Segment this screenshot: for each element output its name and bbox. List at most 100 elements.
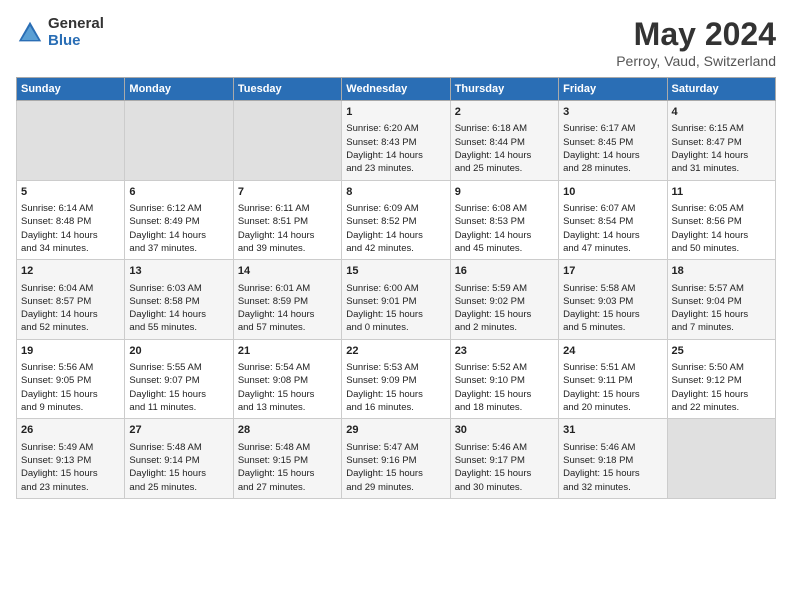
day-number: 18 (672, 264, 771, 279)
day-info-line: Daylight: 15 hours (346, 467, 445, 480)
day-info-line: Sunset: 8:45 PM (563, 136, 662, 149)
day-info-line: Sunset: 8:59 PM (238, 295, 337, 308)
day-number: 22 (346, 344, 445, 359)
calendar-cell: 10Sunrise: 6:07 AMSunset: 8:54 PMDayligh… (559, 180, 667, 260)
calendar-cell: 1Sunrise: 6:20 AMSunset: 8:43 PMDaylight… (342, 101, 450, 181)
calendar-cell: 23Sunrise: 5:52 AMSunset: 9:10 PMDayligh… (450, 339, 558, 419)
day-number: 2 (455, 105, 554, 120)
subtitle: Perroy, Vaud, Switzerland (616, 53, 776, 69)
day-info-line: Sunrise: 5:48 AM (129, 441, 228, 454)
day-info-line: Daylight: 15 hours (238, 467, 337, 480)
calendar-cell: 27Sunrise: 5:48 AMSunset: 9:14 PMDayligh… (125, 419, 233, 499)
day-info-line: Sunset: 9:05 PM (21, 374, 120, 387)
day-info-line: Sunset: 8:53 PM (455, 215, 554, 228)
day-info-line: and 25 minutes. (129, 481, 228, 494)
weekday-header-row: SundayMondayTuesdayWednesdayThursdayFrid… (17, 78, 776, 101)
calendar-week-row: 19Sunrise: 5:56 AMSunset: 9:05 PMDayligh… (17, 339, 776, 419)
day-info-line: Sunset: 9:08 PM (238, 374, 337, 387)
calendar-cell: 12Sunrise: 6:04 AMSunset: 8:57 PMDayligh… (17, 260, 125, 340)
day-info-line: Daylight: 15 hours (129, 467, 228, 480)
day-number: 9 (455, 185, 554, 200)
day-number: 13 (129, 264, 228, 279)
calendar-cell: 6Sunrise: 6:12 AMSunset: 8:49 PMDaylight… (125, 180, 233, 260)
day-info-line: Daylight: 14 hours (455, 229, 554, 242)
day-number: 11 (672, 185, 771, 200)
day-info-line: Sunset: 8:51 PM (238, 215, 337, 228)
day-number: 23 (455, 344, 554, 359)
day-number: 30 (455, 423, 554, 438)
day-info-line: Daylight: 15 hours (346, 388, 445, 401)
day-number: 15 (346, 264, 445, 279)
day-info-line: Sunrise: 5:58 AM (563, 282, 662, 295)
day-info-line: and 22 minutes. (672, 401, 771, 414)
calendar-cell: 25Sunrise: 5:50 AMSunset: 9:12 PMDayligh… (667, 339, 775, 419)
day-number: 7 (238, 185, 337, 200)
day-info-line: Daylight: 14 hours (563, 149, 662, 162)
day-info-line: Sunset: 9:07 PM (129, 374, 228, 387)
day-info-line: Daylight: 15 hours (672, 388, 771, 401)
day-info-line: Sunset: 8:56 PM (672, 215, 771, 228)
day-info-line: Sunset: 8:52 PM (346, 215, 445, 228)
day-info-line: Sunrise: 5:54 AM (238, 361, 337, 374)
day-info-line: Sunrise: 6:11 AM (238, 202, 337, 215)
day-info-line: Daylight: 15 hours (455, 467, 554, 480)
calendar-week-row: 26Sunrise: 5:49 AMSunset: 9:13 PMDayligh… (17, 419, 776, 499)
day-info-line: Sunrise: 6:14 AM (21, 202, 120, 215)
day-info-line: Daylight: 15 hours (563, 467, 662, 480)
day-info-line: Sunset: 9:12 PM (672, 374, 771, 387)
calendar-cell (125, 101, 233, 181)
calendar-week-row: 1Sunrise: 6:20 AMSunset: 8:43 PMDaylight… (17, 101, 776, 181)
day-number: 6 (129, 185, 228, 200)
day-info-line: Sunrise: 5:48 AM (238, 441, 337, 454)
page-header: General Blue May 2024 Perroy, Vaud, Swit… (16, 16, 776, 69)
weekday-header-tuesday: Tuesday (233, 78, 341, 101)
day-info-line: Daylight: 14 hours (238, 229, 337, 242)
day-info-line: Sunrise: 5:51 AM (563, 361, 662, 374)
calendar-cell: 5Sunrise: 6:14 AMSunset: 8:48 PMDaylight… (17, 180, 125, 260)
day-number: 29 (346, 423, 445, 438)
day-info-line: Daylight: 14 hours (21, 229, 120, 242)
day-info-line: and 57 minutes. (238, 321, 337, 334)
day-info-line: Sunrise: 6:20 AM (346, 122, 445, 135)
day-info-line: Sunset: 9:11 PM (563, 374, 662, 387)
day-info-line: and 27 minutes. (238, 481, 337, 494)
day-info-line: Sunrise: 5:50 AM (672, 361, 771, 374)
weekday-header-monday: Monday (125, 78, 233, 101)
calendar-week-row: 5Sunrise: 6:14 AMSunset: 8:48 PMDaylight… (17, 180, 776, 260)
day-number: 1 (346, 105, 445, 120)
calendar-cell: 16Sunrise: 5:59 AMSunset: 9:02 PMDayligh… (450, 260, 558, 340)
day-number: 21 (238, 344, 337, 359)
day-number: 31 (563, 423, 662, 438)
calendar-cell: 31Sunrise: 5:46 AMSunset: 9:18 PMDayligh… (559, 419, 667, 499)
day-number: 5 (21, 185, 120, 200)
calendar-cell: 28Sunrise: 5:48 AMSunset: 9:15 PMDayligh… (233, 419, 341, 499)
calendar-cell: 3Sunrise: 6:17 AMSunset: 8:45 PMDaylight… (559, 101, 667, 181)
day-info-line: Sunrise: 6:03 AM (129, 282, 228, 295)
main-title: May 2024 (616, 16, 776, 53)
day-info-line: Sunset: 9:14 PM (129, 454, 228, 467)
day-info-line: Sunset: 9:13 PM (21, 454, 120, 467)
day-number: 24 (563, 344, 662, 359)
day-info-line: Daylight: 14 hours (21, 308, 120, 321)
day-info-line: Daylight: 15 hours (21, 467, 120, 480)
day-info-line: Sunrise: 5:53 AM (346, 361, 445, 374)
day-info-line: Daylight: 15 hours (563, 388, 662, 401)
day-info-line: and 37 minutes. (129, 242, 228, 255)
logo-general-text: General (48, 16, 104, 33)
day-info-line: Sunrise: 6:05 AM (672, 202, 771, 215)
day-info-line: and 23 minutes. (21, 481, 120, 494)
day-info-line: Daylight: 14 hours (455, 149, 554, 162)
day-info-line: Daylight: 15 hours (455, 308, 554, 321)
day-info-line: Daylight: 15 hours (129, 388, 228, 401)
calendar-cell: 30Sunrise: 5:46 AMSunset: 9:17 PMDayligh… (450, 419, 558, 499)
logo-blue-text: Blue (48, 33, 104, 50)
day-info-line: and 55 minutes. (129, 321, 228, 334)
day-info-line: and 7 minutes. (672, 321, 771, 334)
day-info-line: Sunset: 8:57 PM (21, 295, 120, 308)
day-info-line: and 39 minutes. (238, 242, 337, 255)
day-info-line: Daylight: 14 hours (346, 149, 445, 162)
weekday-header-sunday: Sunday (17, 78, 125, 101)
day-number: 28 (238, 423, 337, 438)
calendar-cell: 11Sunrise: 6:05 AMSunset: 8:56 PMDayligh… (667, 180, 775, 260)
day-info-line: Sunset: 9:16 PM (346, 454, 445, 467)
